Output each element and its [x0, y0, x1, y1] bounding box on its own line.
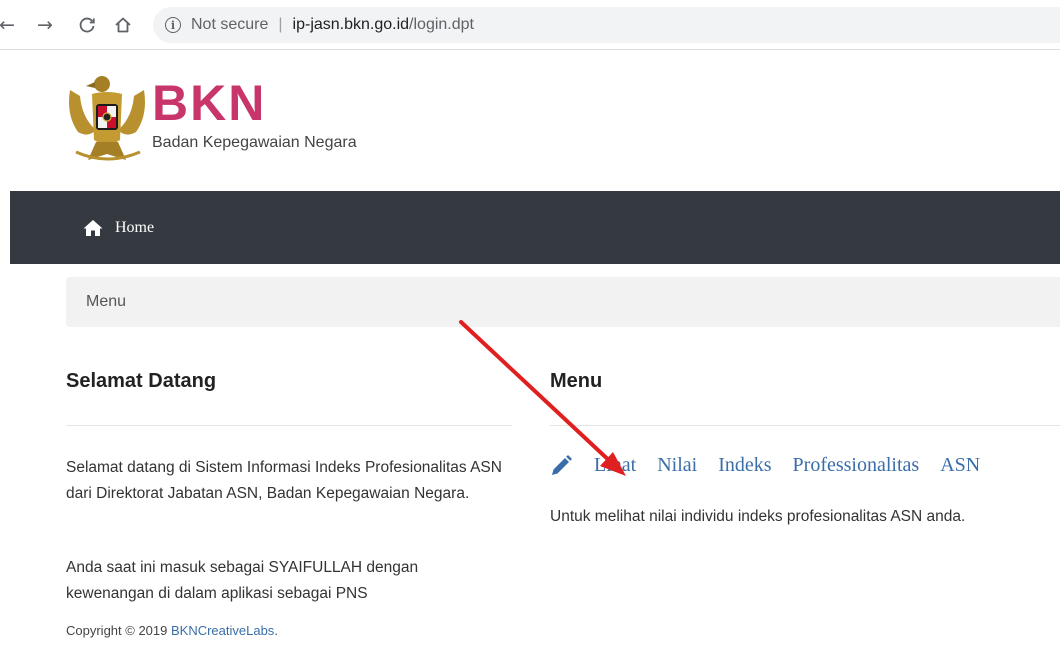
home-icon[interactable] — [110, 12, 136, 38]
welcome-title: Selamat Datang — [66, 370, 217, 392]
nav-home-label: Home — [115, 218, 155, 236]
lihat-nilai-link[interactable]: Lihat Nilai Indeks Professionalitas ASN — [550, 454, 980, 477]
site-logo[interactable]: BKN Badan Kepegawaian Negara — [62, 70, 462, 170]
address-separator: | — [278, 16, 283, 33]
link-word: Nilai — [657, 454, 698, 476]
breadcrumb: Menu — [66, 277, 1060, 327]
link-word: ASN — [940, 454, 981, 476]
menu-title: Menu — [550, 370, 603, 392]
brand-subtitle: Badan Kepegawaian Negara — [152, 134, 357, 151]
link-word: Professionalitas — [792, 454, 920, 476]
welcome-paragraph-1: Selamat datang di Sistem Informasi Indek… — [66, 459, 502, 502]
pencil-icon — [552, 454, 572, 475]
home-icon — [83, 219, 103, 236]
welcome-paragraph-2: Anda saat ini masuk sebagai SYAIFULLAH d… — [66, 559, 419, 602]
browser-toolbar: ← → i Not secure | ip-jasn.bkn.go.id /lo… — [0, 0, 1060, 50]
copyright-text: Copyright © 2019 — [66, 623, 171, 638]
nav-home-link[interactable]: Home — [83, 219, 154, 237]
forward-icon[interactable]: → — [32, 12, 58, 38]
menu-divider — [550, 425, 1060, 426]
back-icon[interactable]: ← — [0, 12, 20, 38]
welcome-divider — [66, 425, 512, 426]
url-path: /login.dpt — [409, 16, 474, 33]
info-icon[interactable]: i — [165, 17, 181, 33]
copyright-suffix: . — [274, 623, 278, 638]
link-word: Indeks — [718, 454, 772, 476]
brand-name: BKN — [152, 75, 267, 131]
garuda-emblem-icon — [69, 76, 145, 161]
creativelabs-link[interactable]: BKNCreativeLabs — [171, 623, 274, 638]
url-host: ip-jasn.bkn.go.id — [292, 16, 410, 33]
main-navbar: Home — [10, 191, 1060, 264]
reload-icon[interactable] — [74, 12, 100, 38]
link-word: Lihat — [594, 454, 637, 476]
address-bar[interactable]: i Not secure | ip-jasn.bkn.go.id /login.… — [153, 7, 1060, 43]
breadcrumb-item: Menu — [86, 293, 127, 310]
menu-link-description: Untuk melihat nilai individu indeks prof… — [550, 508, 966, 525]
security-label: Not secure — [191, 16, 269, 33]
copyright: Copyright © 2019 BKNCreativeLabs. — [66, 623, 278, 638]
